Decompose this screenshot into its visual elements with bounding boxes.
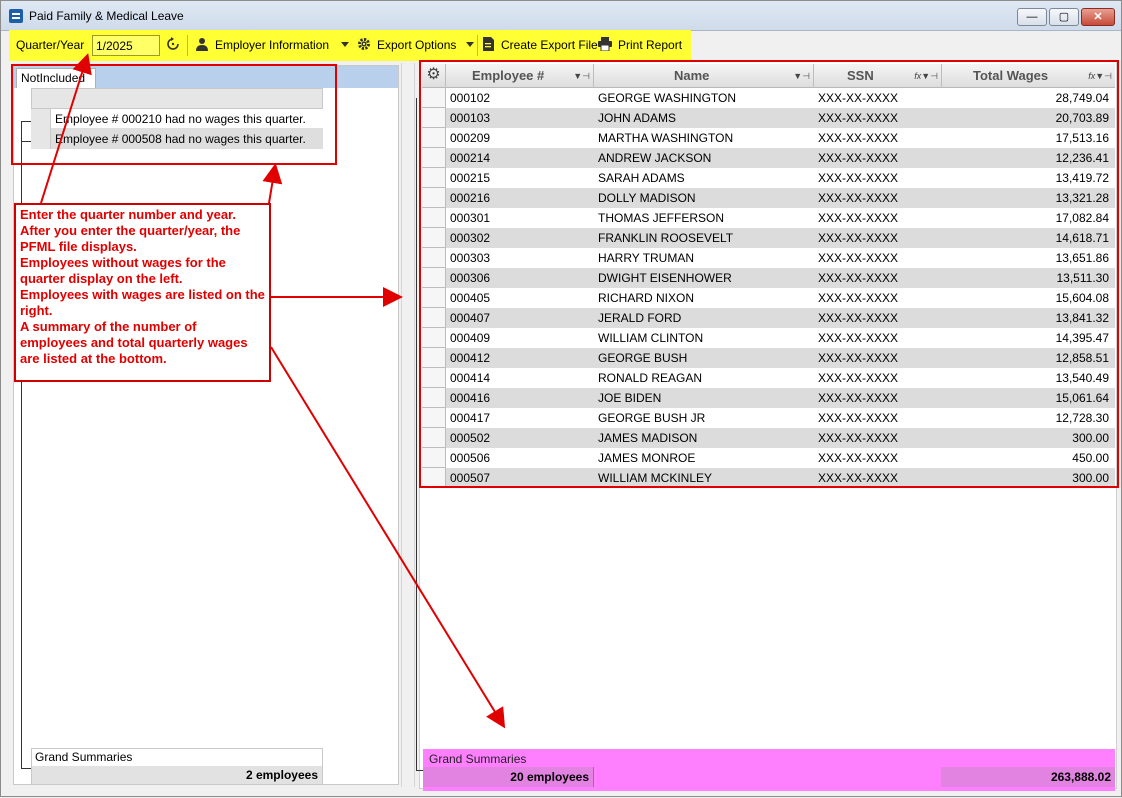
summary-total-cell: 263,888.02 xyxy=(941,767,1115,787)
left-grand-summaries: Grand Summaries 2 employees xyxy=(31,748,323,784)
grid-highlight-box xyxy=(419,60,1119,488)
grand-summaries-label: Grand Summaries xyxy=(429,752,527,766)
callout-line: After you enter the quarter/year, the PF… xyxy=(20,223,241,254)
toolbar-highlight xyxy=(9,30,691,61)
app-icon xyxy=(9,9,23,23)
employee-count: 20 employees xyxy=(510,770,589,784)
summary-count-cell: 20 employees xyxy=(423,767,593,787)
grand-summaries-label: Grand Summaries xyxy=(35,750,133,764)
callout-line: Enter the quarter number and year. xyxy=(20,207,237,222)
total-wages: 263,888.02 xyxy=(1050,770,1111,784)
summary-blank-cell xyxy=(593,767,941,787)
right-grand-summaries: Grand Summaries 20 employees 263,888.02 xyxy=(423,749,1115,791)
title-bar: Paid Family & Medical Leave — ▢ ✕ xyxy=(1,1,1121,31)
window-title: Paid Family & Medical Leave xyxy=(29,9,184,23)
maximize-button[interactable]: ▢ xyxy=(1049,8,1079,26)
callout-line: Employees with wages are listed on the r… xyxy=(20,287,265,318)
panel-splitter[interactable] xyxy=(401,63,415,787)
employee-count: 2 employees xyxy=(245,768,318,782)
not-included-panel: NotIncluded Employee # 000210 had no wag… xyxy=(13,65,399,785)
close-button[interactable]: ✕ xyxy=(1081,8,1115,26)
summary-row: 2 employees xyxy=(32,766,322,784)
callout-line: Employees without wages for the quarter … xyxy=(20,255,226,286)
minimize-button[interactable]: — xyxy=(1017,8,1047,26)
callout-line: A summary of the number of employees and… xyxy=(20,319,248,366)
left-highlight-box xyxy=(11,64,337,165)
instruction-callout: Enter the quarter number and year. After… xyxy=(14,203,271,382)
app-window: Paid Family & Medical Leave — ▢ ✕ Quarte… xyxy=(0,0,1122,797)
